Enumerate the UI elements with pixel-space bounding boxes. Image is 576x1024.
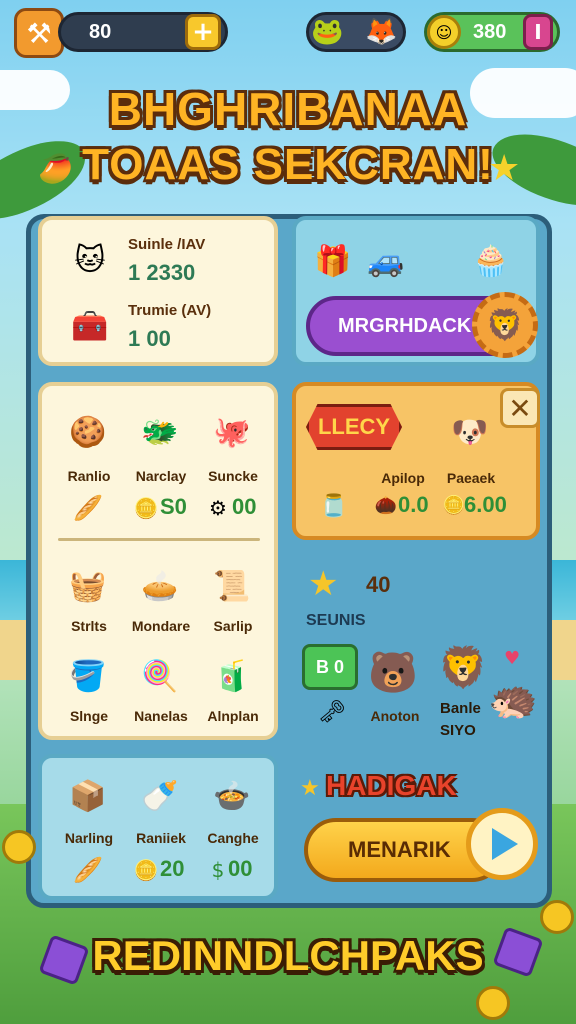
bread-icon: 🥖 [73, 856, 103, 884]
reward1-value: 1 2330 [128, 260, 196, 285]
reward2-label: Trumie (AV) [128, 302, 212, 319]
coin-icon [476, 986, 510, 1020]
coin-icon: 🪙 [133, 858, 159, 882]
divider [58, 538, 260, 541]
info-button[interactable]: I [523, 14, 553, 50]
cake-icon[interactable]: 🧁 [468, 238, 514, 284]
gear-icon: ⚙ [209, 496, 227, 520]
star-value: 40 [366, 572, 391, 597]
play-icon[interactable] [466, 808, 538, 880]
gift-icon[interactable]: 🎁 [310, 238, 356, 284]
right-counter-pill: ☺ 380 I [424, 12, 560, 52]
crate-icon[interactable]: 📦 [62, 770, 114, 822]
top-bar: ⚒ 80 + 🐸 🦊 ☺ 380 I [14, 8, 562, 58]
offer-item-value: 0.0 [398, 492, 429, 517]
item-value: S0 [160, 494, 187, 519]
pet2-value: SIYO [440, 722, 476, 739]
cat-chef-icon: 🐱 [74, 242, 106, 278]
scroll-icon[interactable]: 📜 [206, 560, 258, 612]
coin-icon: 🪙 [133, 496, 159, 520]
left-counter: 80 [89, 20, 112, 43]
key-icon: 🗝 [318, 700, 346, 725]
fox-pet-icon[interactable]: 🦊 [365, 17, 397, 47]
star-badge-icon: ★ [308, 564, 339, 604]
hammer-wrench-icon[interactable]: ⚒ [14, 8, 64, 58]
bottom-items-panel: 📦 🍼 🍲 Narling Raniiek Canghe 🥖 🪙 20 $ 00 [38, 754, 278, 900]
paint-icon[interactable]: 🧃 [206, 650, 258, 702]
reward1-label: Suinle /IAV [128, 236, 206, 253]
coin-icon [540, 900, 574, 934]
section-label: SEUNIS [306, 612, 366, 629]
bottle-icon[interactable]: 🍼 [134, 770, 186, 822]
pets-pill: 🐸 🦊 [306, 12, 406, 52]
dragon-icon[interactable]: 🐲 [134, 406, 186, 458]
pie-icon[interactable]: 🥧 [134, 560, 186, 612]
bucket-icon[interactable]: 🪣 [62, 650, 114, 702]
car-icon[interactable]: 🚙 [358, 238, 414, 284]
lion-cub-icon[interactable]: 🦁 [436, 640, 490, 694]
right-counter: 380 [473, 20, 507, 43]
star-icon: ★ [488, 148, 521, 189]
star-icon: ★ [300, 776, 320, 801]
item-value: 20 [160, 856, 185, 881]
plus-button[interactable]: + [185, 14, 221, 50]
offer-item-label: Paeaek [446, 470, 496, 486]
reward2-value: 1 00 [128, 326, 171, 351]
item-value: 00 [228, 856, 253, 881]
items-grid-panel: 🍪 🐲 🐙 Ranlio Narclay Suncke 🥖 🪙 S0 ⚙ 00 … [38, 382, 278, 740]
fruit-icon: 🥭 [38, 152, 73, 185]
item-label: Alnplan [207, 708, 259, 724]
jar-icon: 🫙 [320, 493, 348, 519]
coin-icon [2, 830, 36, 864]
basket-icon[interactable]: 🧺 [62, 560, 114, 612]
bear-icon[interactable]: 🐻 [366, 642, 420, 702]
item-label: Canghe [207, 830, 259, 846]
candy-icon[interactable]: 🍭 [134, 650, 186, 702]
purple-pet-icon[interactable]: 🐙 [206, 406, 258, 458]
offer-sign: LLECY [306, 404, 402, 450]
hedgehog-icon[interactable]: 🦔 [486, 672, 540, 726]
green-box[interactable]: B 0 [302, 644, 358, 690]
pet2-label: Banle [440, 700, 481, 717]
pet-label: Anoton [370, 708, 420, 724]
bread-icon: 🥖 [73, 494, 103, 522]
page-title-line1: BHGHRIBANAA [108, 83, 468, 135]
coin-icon: 🪙 [442, 494, 466, 516]
smiley-coin-icon: ☺ [427, 15, 461, 49]
close-button[interactable]: ✕ [500, 388, 540, 428]
acorn-icon: 🌰 [374, 494, 398, 516]
cookie-icon[interactable]: 🍪 [62, 406, 114, 458]
item-label: Suncke [208, 468, 258, 484]
left-counter-pill: 80 + [58, 12, 228, 52]
lion-badge-icon[interactable]: 🦁 [472, 292, 538, 358]
item-label: Sarlip [213, 618, 253, 634]
footer-title: REDINNDLCHPAKS [92, 932, 484, 979]
hadigak-heading: HADIGAK [326, 770, 457, 801]
chest-icon: 🧰 [71, 308, 109, 344]
pot-icon[interactable]: 🍲 [206, 770, 258, 822]
puppy-icon: 🐶 [451, 414, 489, 450]
rewards-panel: 🐱 Suinle /IAV 1 2330 🧰 Trumie (AV) 1 00 [38, 216, 278, 366]
heart-icon: ♥ [504, 648, 521, 669]
item-value: 00 [232, 494, 257, 519]
frog-pet-icon[interactable]: 🐸 [311, 17, 343, 47]
offer-item-value: 6.00 [464, 492, 507, 517]
dollar-icon: $ [211, 858, 225, 882]
